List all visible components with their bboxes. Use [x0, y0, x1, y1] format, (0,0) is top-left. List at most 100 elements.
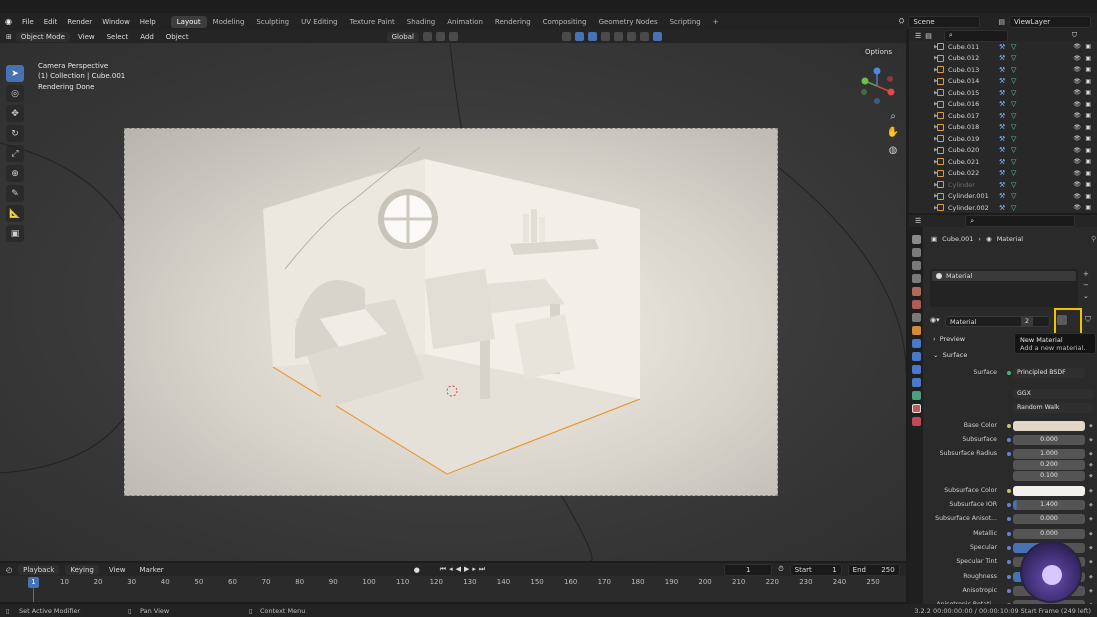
constraints-tab-icon[interactable]	[911, 378, 921, 387]
modifier-icon[interactable]: ⚒	[999, 89, 1005, 97]
outliner-row[interactable]: ▶ Cube.017 ⚒ ▽ 👁 ▣	[909, 110, 1097, 122]
playback-controls-icon[interactable]: ⏮◂◀▶▸⏭	[440, 565, 488, 574]
current-frame-field[interactable]: 1	[724, 563, 773, 576]
timeline-track[interactable]: 10 20 30 40 50 60 70 80 90 100 110 120 130 140 150 160 1…	[0, 576, 906, 602]
outliner-row[interactable]: ▶ Cube.012 ⚒ ▽ 👁 ▣	[909, 53, 1097, 65]
xray-icon[interactable]	[600, 32, 610, 41]
render-camera-icon[interactable]: ▣	[1085, 112, 1091, 119]
keyframe-icon[interactable]: ◆	[1089, 500, 1093, 510]
modifier-icon[interactable]: ⚒	[999, 181, 1005, 189]
camera-view-icon[interactable]: ◍	[886, 145, 900, 159]
outliner-row[interactable]: ▶ Cube.020 ⚒ ▽ 👁 ▣	[909, 145, 1097, 157]
add-slot-icon[interactable]: +	[1083, 269, 1089, 280]
mesh-data-icon[interactable]: ▽	[1011, 66, 1016, 74]
render-camera-icon[interactable]: ▣	[1085, 124, 1091, 131]
modifier-icon[interactable]: ⚒	[999, 204, 1005, 212]
shading-material-icon[interactable]	[639, 32, 649, 41]
keyframe-icon[interactable]: ◆	[1089, 557, 1093, 567]
view-layer-field[interactable]: ViewLayer	[1009, 15, 1091, 28]
visibility-eye-icon[interactable]: 👁	[1073, 170, 1081, 177]
modifier-icon[interactable]: ⚒	[999, 158, 1005, 166]
visibility-eye-icon[interactable]: 👁	[1073, 204, 1081, 211]
render-camera-icon[interactable]: ▣	[1085, 170, 1091, 177]
visibility-eye-icon[interactable]: 👁	[1073, 55, 1081, 62]
render-camera-icon[interactable]: ▣	[1085, 89, 1091, 96]
output-tab-icon[interactable]	[911, 261, 921, 270]
keyframe-icon[interactable]: ◆	[1089, 421, 1093, 431]
timeline-editor-icon[interactable]: ◴	[6, 566, 12, 574]
scene-tab-icon[interactable]	[911, 287, 921, 296]
menu-view[interactable]: View	[74, 32, 99, 42]
properties-editor-icon[interactable]: ☰	[915, 217, 921, 225]
remove-slot-icon[interactable]: −	[1083, 280, 1089, 291]
mesh-data-icon[interactable]: ▽	[1011, 112, 1016, 120]
tab-modeling[interactable]: Modeling	[207, 16, 251, 28]
subsurface-method-dropdown[interactable]: Random Walk	[1013, 403, 1093, 413]
keyframe-icon[interactable]: ◆	[1089, 543, 1093, 553]
visibility-eye-icon[interactable]: 👁	[1073, 181, 1081, 188]
new-material-button-icon[interactable]	[1057, 315, 1067, 325]
visibility-eye-icon[interactable]: 👁	[1073, 112, 1081, 119]
property-value[interactable]: 0.000	[1013, 529, 1085, 539]
proportional-edit-icon[interactable]	[448, 32, 458, 41]
mode-dropdown[interactable]: Object Mode	[15, 31, 70, 42]
outliner-search-field[interactable]: ⌕	[943, 30, 1008, 42]
menu-help[interactable]: Help	[135, 18, 161, 26]
record-icon[interactable]: ●	[414, 566, 420, 574]
render-camera-icon[interactable]: ▣	[1085, 66, 1091, 73]
keying-menu[interactable]: Keying	[65, 564, 99, 575]
menu-object[interactable]: Object	[162, 32, 193, 42]
outliner-editor-icon[interactable]: ☰	[915, 32, 921, 40]
snap-icon[interactable]	[435, 32, 445, 41]
gizmo-z[interactable]	[873, 67, 881, 75]
render-camera-icon[interactable]: ▣	[1085, 204, 1091, 211]
visibility-eye-icon[interactable]: 👁	[1073, 66, 1081, 73]
outliner-row[interactable]: ▶ Cube.015 ⚒ ▽ 👁 ▣	[909, 87, 1097, 99]
marker-menu[interactable]: Marker	[135, 565, 167, 575]
mesh-data-icon[interactable]: ▽	[1011, 77, 1016, 85]
mesh-data-icon[interactable]: ▽	[1011, 192, 1016, 200]
playback-menu[interactable]: Playback	[18, 564, 60, 575]
mesh-data-icon[interactable]: ▽	[1011, 169, 1016, 177]
outliner-row[interactable]: ▶ Cube.019 ⚒ ▽ 👁 ▣	[909, 133, 1097, 145]
overlay-toggle-icon[interactable]	[587, 32, 597, 41]
outliner-row[interactable]: ▶ Cylinder.002 ⚒ ▽ 👁 ▣	[909, 202, 1097, 213]
view-layer-tab-icon[interactable]	[911, 274, 921, 283]
gizmo-neg-z[interactable]	[874, 98, 880, 104]
outliner-row[interactable]: ▶ Cube.014 ⚒ ▽ 👁 ▣	[909, 76, 1097, 88]
filter-icon[interactable]: ⛉	[1072, 31, 1077, 40]
mesh-data-icon[interactable]: ▽	[1011, 146, 1016, 154]
playhead[interactable]: 1	[28, 577, 39, 588]
keyframe-icon[interactable]: ◆	[1089, 449, 1093, 459]
keyframe-icon[interactable]: ◆	[1089, 471, 1093, 481]
menu-edit[interactable]: Edit	[39, 18, 63, 26]
keyframe-icon[interactable]: ◆	[1089, 600, 1093, 604]
menu-render[interactable]: Render	[62, 18, 97, 26]
shading-rendered-icon[interactable]	[652, 32, 662, 41]
visibility-eye-icon[interactable]: 👁	[1073, 124, 1081, 131]
data-tab-icon[interactable]	[911, 391, 921, 400]
slot-specials-icon[interactable]: ⌄	[1083, 291, 1089, 302]
visibility-eye-icon[interactable]: 👁	[1073, 89, 1081, 96]
particles-tab-icon[interactable]	[911, 352, 921, 361]
render-camera-icon[interactable]: ▣	[1085, 101, 1091, 108]
tab-sculpting[interactable]: Sculpting	[250, 16, 295, 28]
modifier-icon[interactable]: ⚒	[999, 135, 1005, 143]
gizmo-neg-y[interactable]	[861, 89, 867, 95]
navigation-gizmo[interactable]	[856, 65, 898, 107]
property-value[interactable]: 0.000	[1013, 435, 1085, 445]
outliner-row[interactable]: ▶ Cube.016 ⚒ ▽ 👁 ▣	[909, 99, 1097, 111]
tab-shading[interactable]: Shading	[401, 16, 441, 28]
texture-tab-icon[interactable]	[911, 417, 921, 426]
material-tab-icon[interactable]	[911, 404, 921, 413]
physics-tab-icon[interactable]	[911, 365, 921, 374]
outliner-row[interactable]: ▶ Cube.021 ⚒ ▽ 👁 ▣	[909, 156, 1097, 168]
editor-type-icon[interactable]: ⊞	[6, 33, 12, 41]
visibility-eye-icon[interactable]: 👁	[1073, 43, 1081, 50]
modifier-icon[interactable]: ⚒	[999, 146, 1005, 154]
tool-tab-icon[interactable]	[911, 235, 921, 244]
mesh-data-icon[interactable]: ▽	[1011, 135, 1016, 143]
world-tab-icon[interactable]	[911, 300, 921, 309]
render-camera-icon[interactable]: ▣	[1085, 78, 1091, 85]
property-value[interactable]: 1.400	[1013, 500, 1085, 510]
